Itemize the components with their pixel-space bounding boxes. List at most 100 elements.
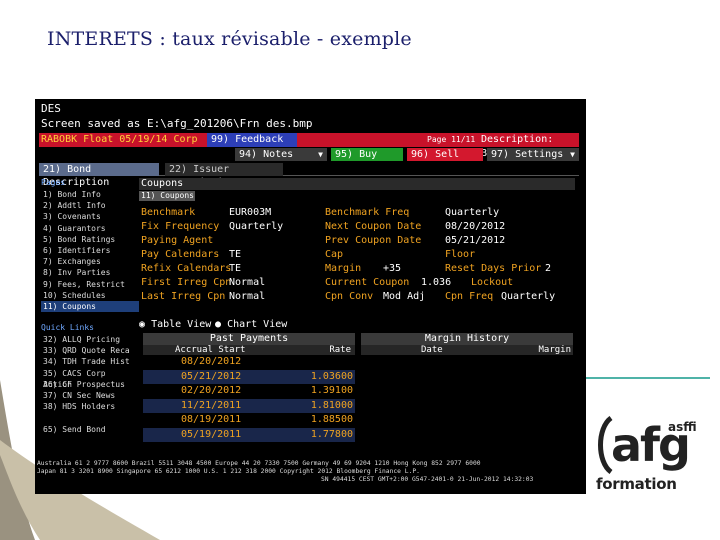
chart-view-label: Chart View xyxy=(227,319,288,330)
settings-button[interactable]: 97) Settings ▼ xyxy=(487,148,579,161)
sidebar-item-coupons[interactable]: 11) Coupons xyxy=(41,300,139,313)
field-value: EUR003M xyxy=(229,207,272,218)
row-rate: 1.03600 xyxy=(310,370,353,382)
terminal-command: DES xyxy=(41,102,61,115)
table-view-radio[interactable]: ◉ Table View xyxy=(139,319,211,330)
field-label: Fix Frequency xyxy=(141,221,220,232)
field-label: Cap xyxy=(325,249,344,260)
quick-link-hds[interactable]: 38) HDS Holders xyxy=(41,401,139,412)
page-indicator: Page 11/11 xyxy=(427,135,476,144)
margin-history-columns: Date Margin xyxy=(361,345,573,355)
field-label: First Irreg Cpn xyxy=(141,277,232,288)
tab-bond-description[interactable]: 21) Bond Description xyxy=(39,163,159,188)
notes-button[interactable]: 94) Notes ▼ xyxy=(235,148,327,161)
field-value: Quarterly xyxy=(445,207,500,218)
chart-view-radio[interactable]: ● Chart View xyxy=(215,319,287,330)
table-row[interactable]: 05/19/2011 1.77800 xyxy=(143,427,355,442)
row-rate: 1.81000 xyxy=(310,399,353,411)
sidebar-item-addtl-info[interactable]: 2) Addtl Info xyxy=(41,200,139,211)
field-label: Next Coupon Date xyxy=(325,221,422,232)
sidebar-item-bond-ratings[interactable]: 5) Bond Ratings xyxy=(41,234,139,245)
description-tabs: 21) Bond Description 22) Issuer Descript… xyxy=(39,163,579,188)
field-value: Normal xyxy=(229,291,266,302)
sell-button[interactable]: 96) Sell xyxy=(407,148,483,161)
table-row[interactable]: 02/20/2012 1.39100 xyxy=(143,384,355,399)
row-date: 05/21/2012 xyxy=(181,370,242,382)
field-value: 08/20/2012 xyxy=(445,221,506,232)
field-label: Prev Coupon Date xyxy=(325,235,422,246)
quick-link-cf[interactable]: 36) CF Prospectus xyxy=(41,379,139,390)
row-rate: 1.39100 xyxy=(310,385,353,396)
margin-history-table: Margin History Date Margin xyxy=(361,333,573,451)
feedback-button[interactable]: 99) Feedback xyxy=(207,133,297,147)
radio-unselected-icon: ● xyxy=(215,319,222,330)
table-row[interactable]: 08/19/2011 1.88500 xyxy=(143,413,355,428)
sidebar-pages-header: Pages xyxy=(41,178,66,187)
slide-title: INTERETS : taux révisable - exemple xyxy=(47,28,412,50)
table-row[interactable]: 08/20/2012 xyxy=(143,355,355,370)
quick-link-send-bond[interactable]: 65) Send Bond xyxy=(41,424,139,435)
security-ticker: RABOBK Float 05/19/14 Corp xyxy=(41,134,198,145)
quick-link-qrd[interactable]: 33) QRD Quote Reca xyxy=(41,345,139,356)
footer-line: Australia 61 2 9777 8600 Brazil 5511 304… xyxy=(37,460,481,467)
sidebar-item-exchanges[interactable]: 7) Exchanges xyxy=(41,256,139,267)
quick-link-tdh[interactable]: 34) TDH Trade Hist xyxy=(41,356,139,367)
sidebar-item-schedules[interactable]: 10) Schedules xyxy=(41,290,139,301)
field-label: Refix Calendars xyxy=(141,263,232,274)
quick-link-cacs[interactable]: 35) CACS Corp Action xyxy=(41,368,139,389)
buy-button[interactable]: 95) Buy xyxy=(331,148,403,161)
coupons-header: Coupons xyxy=(139,178,575,190)
row-date: 05/19/2011 xyxy=(181,428,242,440)
column-date: Date xyxy=(421,345,443,355)
row-date: 11/21/2011 xyxy=(181,399,242,411)
radio-selected-icon: ◉ xyxy=(139,319,146,330)
sidebar-item-inv-parties[interactable]: 8) Inv Parties xyxy=(41,267,139,278)
column-margin: Margin xyxy=(538,345,571,355)
past-payments-body: 08/20/2012 05/21/2012 1.03600 02/20/2012… xyxy=(143,355,355,442)
chevron-down-icon: ▼ xyxy=(570,150,575,159)
sidebar-item-identifiers[interactable]: 6) Identifiers xyxy=(41,245,139,256)
tab-issuer-description[interactable]: 22) Issuer Description xyxy=(165,163,283,188)
logo-formation: formation xyxy=(596,475,677,493)
table-row[interactable]: 05/21/2012 1.03600 xyxy=(143,369,355,384)
field-value: Quarterly xyxy=(229,221,284,232)
quick-link-cn[interactable]: 37) CN Sec News xyxy=(41,390,139,401)
screen-saved-path: Screen saved as E:\afg_201206\Frn des.bm… xyxy=(41,117,313,130)
row-date: 02/20/2012 xyxy=(181,385,242,396)
logo-afg: afg xyxy=(611,418,691,472)
row-rate: 1.77800 xyxy=(310,428,353,440)
past-payments-title: Past Payments xyxy=(143,333,355,345)
margin-history-title: Margin History xyxy=(361,333,573,345)
field-mid-value: +35 xyxy=(383,263,402,274)
quick-link-spacer xyxy=(41,412,139,423)
coupons-subtab[interactable]: 11) Coupons xyxy=(139,191,195,201)
field-label: Pay Calendars xyxy=(141,249,220,260)
security-title-bar: RABOBK Float 05/19/14 Corp 99) Feedback … xyxy=(39,133,579,159)
field-value: Cpn Freq xyxy=(445,291,494,302)
field-value: TE xyxy=(229,263,242,274)
past-payments-table: Past Payments Accrual Start Rate 08/20/2… xyxy=(143,333,355,451)
sidebar-quick-links-header: Quick Links xyxy=(41,323,94,333)
settings-button-label: 97) Settings xyxy=(491,149,564,160)
bloomberg-terminal-screenshot: DES Screen saved as E:\afg_201206\Frn de… xyxy=(35,99,586,494)
afg-logo: asffi afg formation xyxy=(593,410,711,500)
quick-link-allq[interactable]: 32) ALLQ Pricing xyxy=(41,334,139,345)
field-label: Current Coupon xyxy=(325,277,410,288)
field-label: Margin xyxy=(325,263,362,274)
field-label: Paying Agent xyxy=(141,235,214,246)
sidebar-item-bond-info[interactable]: 1) Bond Info xyxy=(41,189,139,200)
sidebar-item-covenants[interactable]: 3) Covenants xyxy=(41,211,139,222)
field-value: Reset Days Prior xyxy=(445,263,542,274)
sidebar-item-guarantors[interactable]: 4) Guarantors xyxy=(41,223,139,234)
field-value: Floor xyxy=(445,249,476,260)
field-label: Cpn Conv xyxy=(325,291,374,302)
notes-button-label: 94) Notes xyxy=(239,149,294,160)
sidebar-item-fees-restrict[interactable]: 9) Fees, Restrict xyxy=(41,279,139,290)
field-extra-value: 2 xyxy=(545,263,552,274)
footer-line: SN 494415 CEST GMT+2:00 G547-2401-0 21-J… xyxy=(321,476,534,483)
table-row[interactable]: 11/21/2011 1.81000 xyxy=(143,398,355,413)
field-label: Benchmark xyxy=(141,207,196,218)
field-extra-value: Quarterly xyxy=(501,291,556,302)
field-label: Last Irreg Cpn xyxy=(141,291,226,302)
field-value: TE xyxy=(229,249,242,260)
